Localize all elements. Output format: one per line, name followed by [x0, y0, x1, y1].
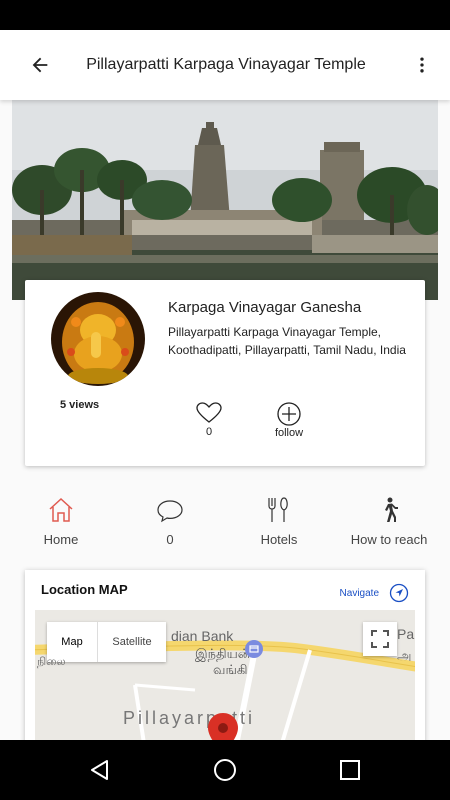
nav-comments-count: 0 [166, 532, 174, 547]
restaurant-icon [268, 497, 288, 522]
system-recents-button[interactable] [338, 758, 362, 782]
nav-how-to-reach-label: How to reach [350, 532, 428, 547]
bank-pin-icon [245, 640, 263, 658]
bank-label-ta2: வங்கி [213, 662, 248, 677]
follow-button[interactable]: follow [269, 402, 309, 439]
like-count: 0 [205, 426, 213, 438]
temple-info-card: 5 views Karpaga Vinayagar Ganesha Pillay… [25, 280, 425, 466]
system-back-button[interactable] [88, 758, 112, 782]
like-button[interactable]: 0 [195, 402, 223, 438]
right-label-en: Pa [397, 626, 415, 642]
page-title: Pillayarpatti Karpaga Vinayagar Temple [86, 56, 366, 73]
feature-nav: Home 0 Hotels How to reach [0, 496, 450, 556]
nav-comments[interactable]: 0 [115, 496, 225, 547]
navigate-button[interactable]: Navigate [340, 583, 409, 603]
nav-hotels[interactable]: Hotels [224, 496, 334, 547]
fullscreen-icon [371, 630, 389, 648]
location-map-card: Location MAP Navigate Map Satellite dian… [25, 570, 425, 750]
nav-how-to-reach[interactable]: How to reach [334, 496, 444, 547]
system-home-button[interactable] [213, 758, 237, 782]
map-type-satellite[interactable]: Satellite [98, 622, 166, 662]
navigate-label: Navigate [339, 587, 379, 599]
temple-address: Pillayarpatti Karpaga Vinayagar Temple, … [168, 325, 406, 357]
right-label-ta: அ [397, 648, 412, 663]
temple-image [12, 100, 438, 300]
map-title: Location MAP [41, 582, 128, 597]
views-count: 5 views [60, 399, 100, 411]
map-view[interactable]: Map Satellite dian Bank இந்தியன் வங்கி ந… [35, 610, 415, 750]
navigation-icon [389, 583, 409, 603]
status-bar [0, 0, 450, 30]
left-label-ta: நிலை [37, 656, 66, 668]
heart-icon [196, 402, 222, 423]
follow-label: follow [274, 427, 304, 439]
nav-home-label: Home [43, 532, 79, 547]
walk-icon [385, 497, 398, 522]
nav-hotels-label: Hotels [260, 532, 298, 547]
add-circle-icon [277, 402, 301, 426]
more-options-button[interactable] [402, 45, 442, 85]
bank-label-en: dian Bank [171, 628, 234, 644]
system-nav-bar [0, 740, 450, 800]
fullscreen-button[interactable] [363, 622, 397, 656]
back-button[interactable] [20, 45, 60, 85]
bank-label-ta: இந்தியன் [195, 646, 251, 661]
app-bar: Pillayarpatti Karpaga Vinayagar Temple [0, 30, 450, 100]
arrow-back-icon [32, 57, 48, 73]
deity-avatar [51, 292, 145, 386]
nav-home[interactable]: Home [6, 496, 116, 547]
deity-name: Karpaga Vinayagar Ganesha [168, 299, 362, 316]
home-icon [49, 497, 73, 522]
circle-home-icon [214, 759, 236, 781]
triangle-back-icon [91, 760, 108, 780]
more-vert-icon [420, 57, 424, 73]
square-recents-icon [340, 760, 360, 780]
comment-icon [157, 500, 183, 523]
